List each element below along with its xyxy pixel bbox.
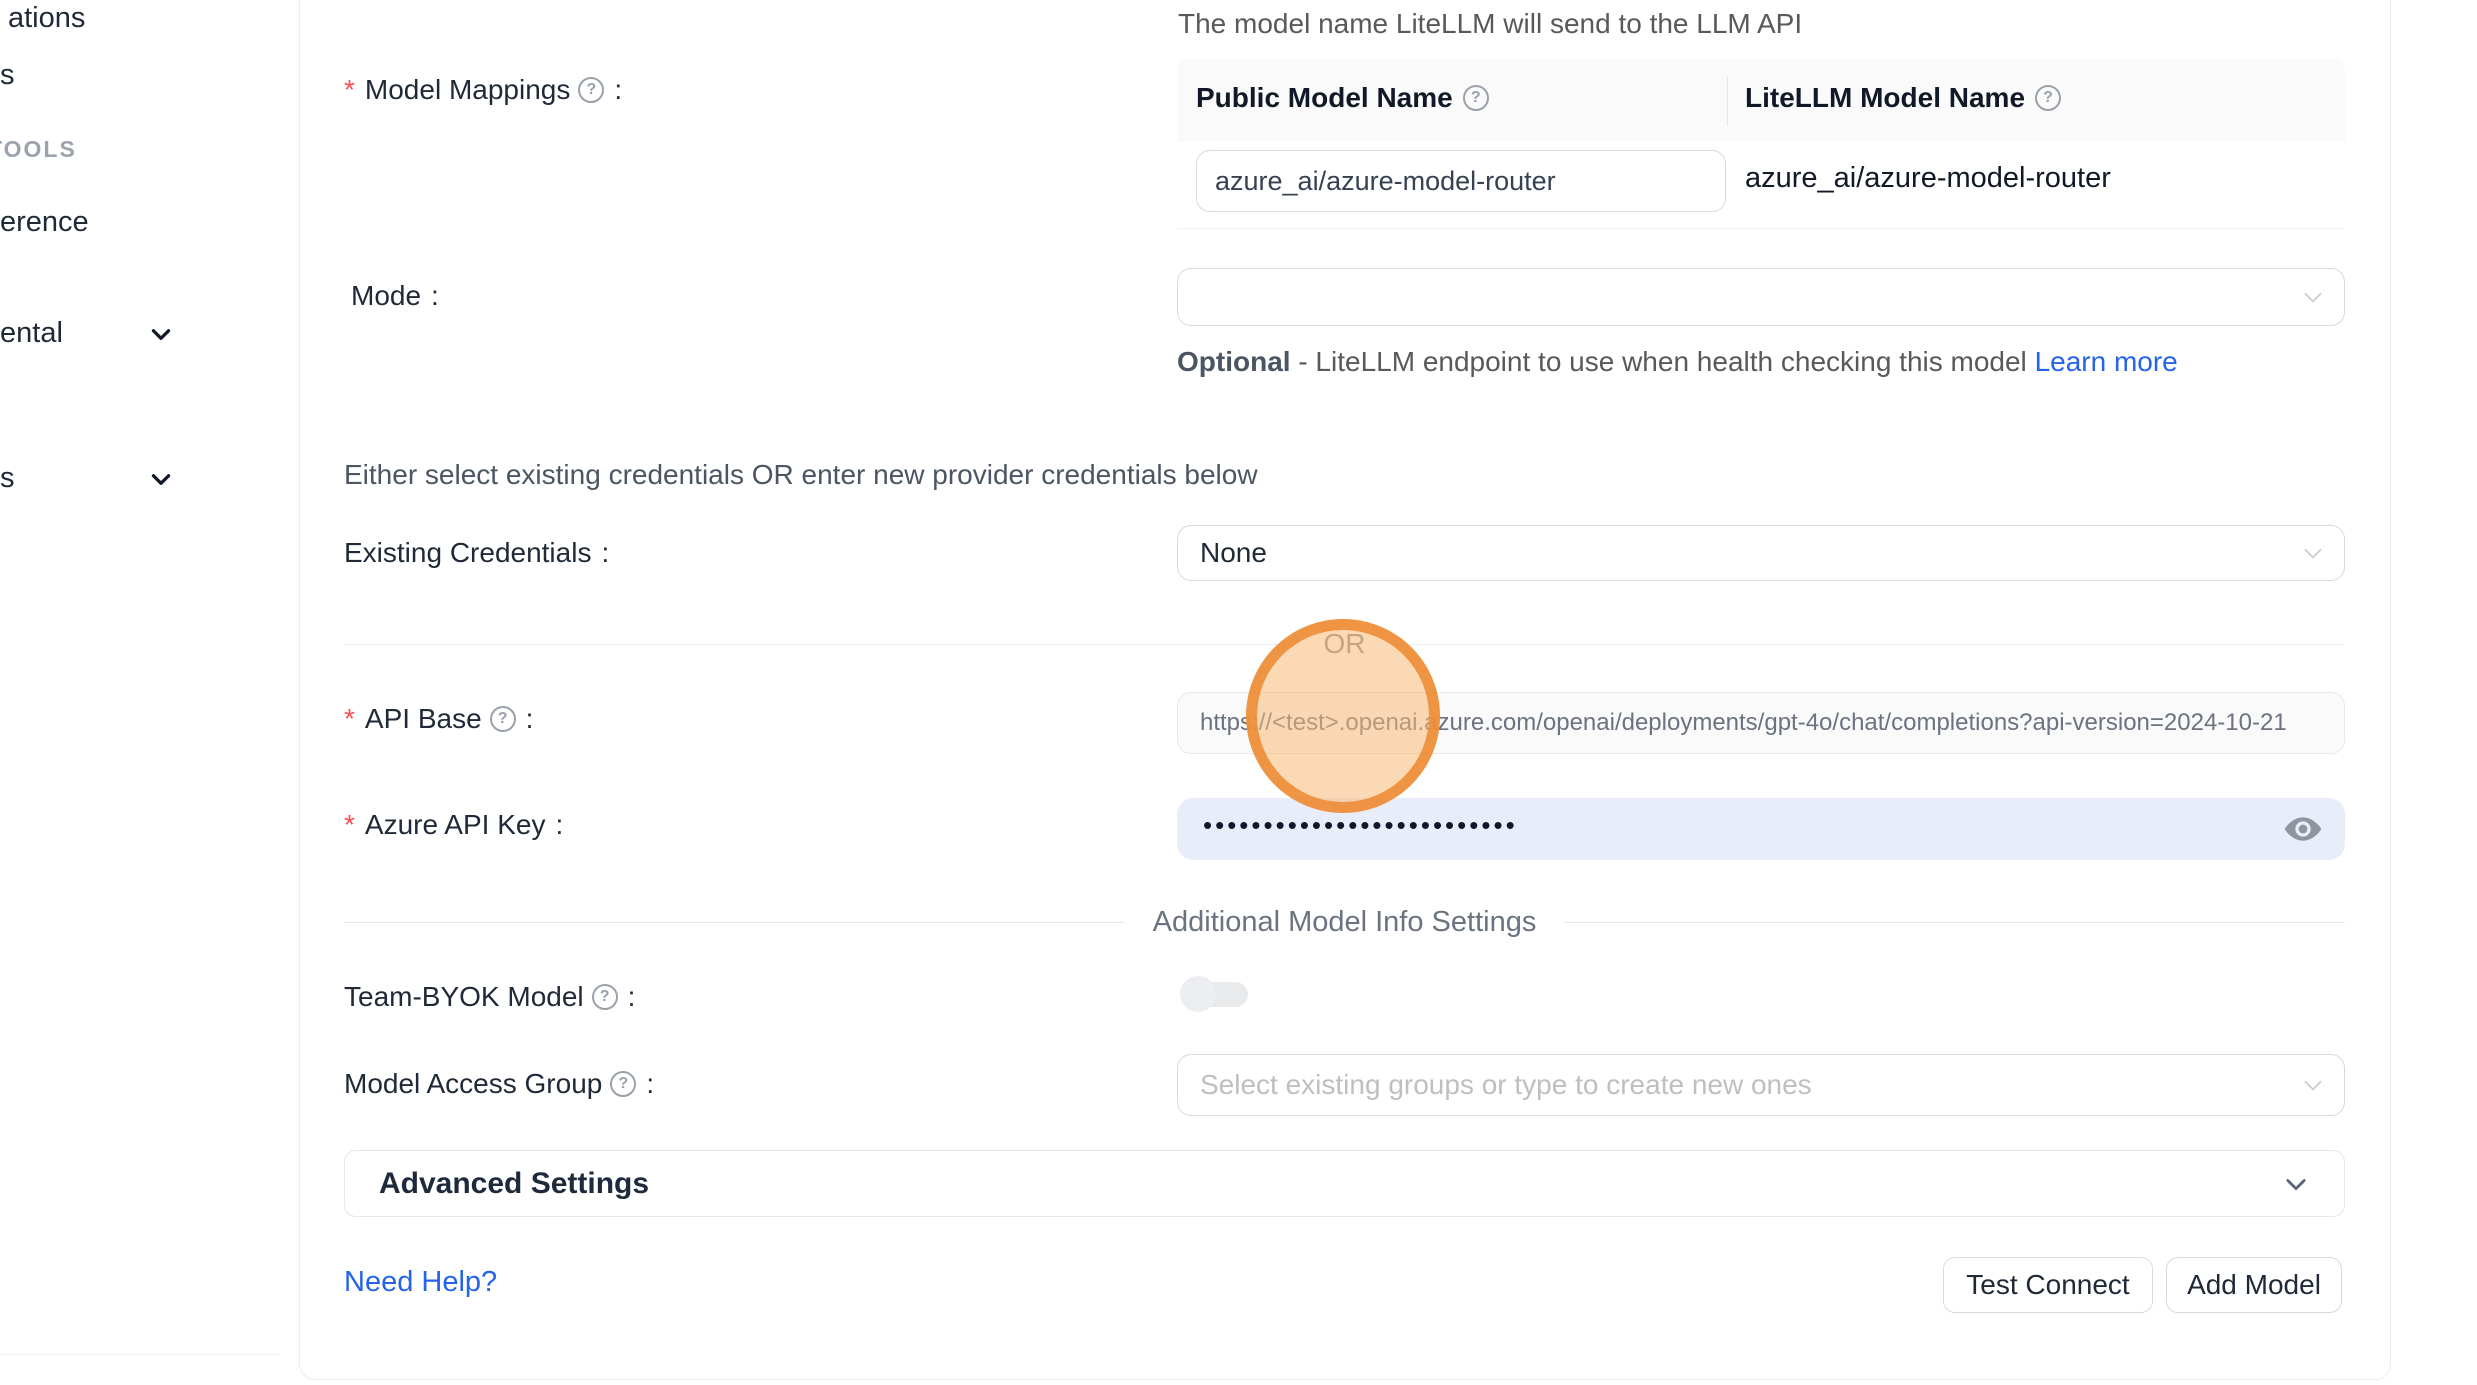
chevron-down-icon <box>2300 284 2326 310</box>
api-base-label: * API Base ? : <box>344 703 533 735</box>
existing-credentials-value: None <box>1200 537 1267 569</box>
mode-label: Mode : <box>351 280 439 312</box>
chevron-down-icon <box>2300 540 2326 566</box>
optional-bold-text: Optional <box>1177 346 1291 377</box>
or-divider-text: OR <box>1324 628 1366 660</box>
model-access-group-placeholder: Select existing groups or type to create… <box>1200 1069 1812 1101</box>
azure-api-key-label-text: Azure API Key <box>365 809 546 841</box>
divider-line <box>1392 644 2346 645</box>
help-icon[interactable]: ? <box>490 706 516 732</box>
label-colon: : <box>601 537 609 569</box>
existing-credentials-select[interactable]: None <box>1177 525 2345 581</box>
sidebar-item-organizations[interactable]: ations <box>8 2 85 35</box>
litellm-model-name-value: azure_ai/azure-model-router <box>1745 162 2111 195</box>
help-icon[interactable]: ? <box>578 77 604 103</box>
sidebar-item-settings[interactable]: s <box>0 462 15 495</box>
need-help-link[interactable]: Need Help? <box>344 1266 497 1299</box>
label-colon: : <box>646 1068 654 1100</box>
credentials-hint: Either select existing credentials OR en… <box>344 459 1258 491</box>
sidebar-item-experimental[interactable]: ental <box>0 317 63 350</box>
table-row-divider <box>1177 228 2345 229</box>
column-header-text: LiteLLM Model Name <box>1745 82 2025 114</box>
additional-settings-divider-text: Additional Model Info Settings <box>1153 906 1537 939</box>
divider-line <box>344 922 1125 923</box>
api-base-label-text: API Base <box>365 703 482 735</box>
team-byok-label-text: Team-BYOK Model <box>344 981 584 1013</box>
sidebar-section-tools: TOOLS <box>0 136 77 163</box>
model-mappings-label: * Model Mappings ? : <box>344 74 622 106</box>
column-header-public-model-name: Public Model Name ? <box>1196 82 1489 114</box>
add-model-form-screen: ations s TOOLS erence ental s The model … <box>0 0 2477 1385</box>
azure-api-key-label: * Azure API Key : <box>344 809 563 841</box>
table-column-divider <box>1727 76 1728 126</box>
mode-select[interactable] <box>1177 268 2345 326</box>
sidebar-item-api-reference[interactable]: erence <box>0 206 89 239</box>
masked-api-key: •••••••••••••••••••••••••• <box>1203 810 1518 841</box>
sidebar-divider <box>0 1354 280 1355</box>
help-icon[interactable]: ? <box>2035 85 2061 111</box>
chevron-down-icon[interactable] <box>148 466 174 492</box>
model-access-group-label-text: Model Access Group <box>344 1068 602 1100</box>
help-icon[interactable]: ? <box>610 1071 636 1097</box>
test-connect-button[interactable]: Test Connect <box>1943 1257 2153 1313</box>
help-icon[interactable]: ? <box>1463 85 1489 111</box>
model-mappings-label-text: Model Mappings <box>365 74 570 106</box>
advanced-settings-panel[interactable]: Advanced Settings <box>344 1150 2345 1217</box>
api-base-input[interactable]: https://<test>.openai.azure.com/openai/d… <box>1177 692 2345 754</box>
existing-credentials-label: Existing Credentials : <box>344 537 609 569</box>
toggle-knob <box>1180 976 1216 1012</box>
additional-settings-divider: Additional Model Info Settings <box>344 906 2345 939</box>
team-byok-toggle[interactable] <box>1180 976 1250 1012</box>
required-asterisk: * <box>344 809 355 841</box>
eye-icon[interactable] <box>2283 809 2323 849</box>
label-colon: : <box>526 703 534 735</box>
divider-line <box>1564 922 2345 923</box>
chevron-down-icon <box>2300 1072 2326 1098</box>
public-model-name-input[interactable] <box>1196 150 1726 212</box>
label-colon: : <box>431 280 439 312</box>
chevron-down-icon[interactable] <box>148 321 174 347</box>
azure-api-key-input[interactable]: •••••••••••••••••••••••••• <box>1177 798 2345 860</box>
learn-more-link[interactable]: Learn more <box>2035 346 2178 377</box>
existing-credentials-label-text: Existing Credentials <box>344 537 591 569</box>
sidebar-item-models[interactable]: s <box>0 59 15 92</box>
column-header-litellm-model-name: LiteLLM Model Name ? <box>1745 82 2061 114</box>
model-access-group-select[interactable]: Select existing groups or type to create… <box>1177 1054 2345 1116</box>
chevron-down-icon <box>2282 1170 2310 1198</box>
required-asterisk: * <box>344 703 355 735</box>
advanced-settings-title: Advanced Settings <box>379 1167 649 1201</box>
model-name-hint: The model name LiteLLM will send to the … <box>1178 8 1802 40</box>
optional-note-text: - LiteLLM endpoint to use when health ch… <box>1291 346 2035 377</box>
model-access-group-label: Model Access Group ? : <box>344 1068 654 1100</box>
help-icon[interactable]: ? <box>592 984 618 1010</box>
sidebar: ations s TOOLS erence ental s <box>0 0 300 1385</box>
mode-label-text: Mode <box>351 280 421 312</box>
divider-line <box>344 644 1298 645</box>
label-colon: : <box>614 74 622 106</box>
label-colon: : <box>555 809 563 841</box>
team-byok-label: Team-BYOK Model ? : <box>344 981 635 1013</box>
add-model-button[interactable]: Add Model <box>2166 1257 2342 1313</box>
or-divider: OR <box>344 628 2345 660</box>
label-colon: : <box>628 981 636 1013</box>
column-header-text: Public Model Name <box>1196 82 1453 114</box>
mode-optional-note: Optional - LiteLLM endpoint to use when … <box>1177 342 2187 382</box>
required-asterisk: * <box>344 74 355 106</box>
